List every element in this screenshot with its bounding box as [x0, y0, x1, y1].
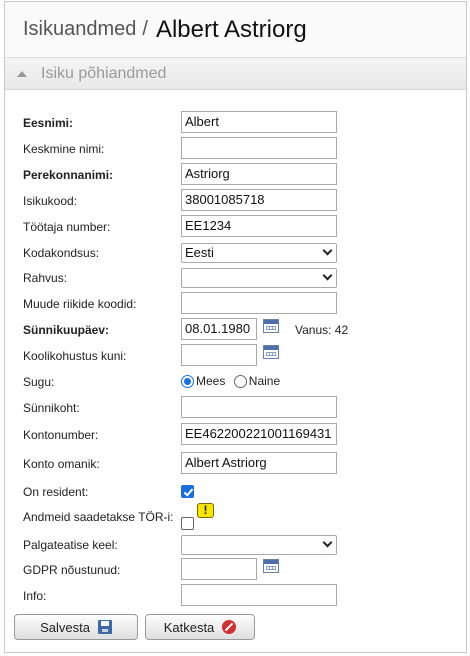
label-tootaja-number: Töötaja number: — [23, 220, 111, 234]
row-palgateatise-keel: Palgateatise keel: — [23, 533, 463, 557]
breadcrumb-separator: / — [142, 18, 148, 40]
label-koolikohustus: Koolikohustus kuni: — [23, 349, 127, 363]
save-button-label: Salvesta — [40, 619, 90, 635]
palgateatise-keel-select[interactable] — [181, 535, 337, 555]
row-info: Info: — [23, 584, 463, 608]
label-tor: Andmeid saadetakse TÖR-i: — [23, 510, 174, 524]
chevron-down-icon — [322, 245, 333, 256]
cancel-button[interactable]: Katkesta — [145, 614, 255, 640]
info-input[interactable] — [181, 584, 337, 606]
row-synnikoht: Sünnikoht: — [23, 396, 463, 420]
radio-naine[interactable]: Naine — [233, 374, 281, 388]
warning-icon[interactable]: ! — [197, 503, 214, 518]
radio-naine-dot[interactable] — [233, 374, 247, 388]
chevron-down-icon — [322, 537, 333, 548]
page-title: Isikuandmed / Albert Astriorg — [5, 2, 466, 58]
radio-mees-label: Mees — [196, 374, 226, 388]
label-on-resident: On resident: — [23, 485, 89, 499]
chevron-down-icon — [322, 270, 333, 281]
label-synnikuupaev: Sünnikuupäev: — [23, 323, 110, 337]
eesnimi-input[interactable]: Albert — [181, 111, 337, 133]
rahvus-select[interactable] — [181, 268, 337, 288]
label-keskmine-nimi: Keskmine nimi: — [23, 142, 105, 156]
floppy-disk-icon — [97, 620, 112, 634]
label-perekonnanimi: Perekonnanimi: — [23, 168, 114, 182]
kontonumber-input[interactable]: EE462200221001169431 — [181, 423, 337, 445]
save-button[interactable]: Salvesta — [14, 614, 138, 640]
calendar-icon[interactable] — [263, 319, 279, 333]
row-keskmine-nimi: Keskmine nimi: — [23, 137, 463, 161]
label-muude-riikide-koodid: Muude riikide koodid: — [23, 297, 137, 311]
radio-naine-label: Naine — [248, 374, 281, 388]
label-kodakondsus: Kodakondsus: — [23, 246, 100, 260]
tor-checkbox[interactable] — [181, 516, 194, 530]
row-gdpr: GDPR nõustunud: — [23, 558, 463, 582]
radio-mees-dot[interactable] — [181, 374, 194, 388]
age-text: Vanus: 42 — [295, 323, 349, 337]
label-synnikoht: Sünnikoht: — [23, 401, 80, 415]
row-kodakondsus: Kodakondsus: Eesti — [23, 241, 463, 265]
keskmine-nimi-input[interactable] — [181, 137, 337, 159]
person-form-panel: Isikuandmed / Albert Astriorg Isiku põhi… — [4, 1, 467, 653]
gdpr-input[interactable] — [181, 558, 257, 580]
section-title: Isiku põhiandmed — [41, 64, 167, 82]
muude-riikide-koodid-input[interactable] — [181, 292, 337, 314]
label-palgateatise-keel: Palgateatise keel: — [23, 538, 118, 552]
label-kontonumber: Kontonumber: — [23, 428, 99, 442]
row-rahvus: Rahvus: — [23, 266, 463, 290]
row-tootaja-number: Töötaja number: EE1234 — [23, 215, 463, 239]
label-sugu: Sugu: — [23, 375, 55, 389]
label-eesnimi: Eesnimi: — [23, 116, 74, 130]
person-name-title: Albert Astriorg — [155, 15, 307, 43]
cancel-button-label: Katkesta — [163, 619, 215, 635]
row-kontonumber: Kontonumber: EE462200221001169431 — [23, 423, 463, 447]
perekonnanimi-input[interactable]: Astriorg — [181, 163, 337, 185]
tootaja-number-input[interactable]: EE1234 — [181, 215, 337, 237]
label-isikukood: Isikukood: — [23, 194, 78, 208]
kodakondsus-select[interactable]: Eesti — [181, 243, 337, 263]
row-synnikuupaev: Sünnikuupäev: 08.01.1980 Vanus: 42 — [23, 318, 463, 342]
row-tor: Andmeid saadetakse TÖR-i: ! — [23, 503, 463, 530]
konto-omanik-input[interactable]: Albert Astriorg — [181, 452, 337, 474]
synnikuupaev-input[interactable]: 08.01.1980 — [181, 318, 257, 340]
cancel-icon — [222, 620, 237, 634]
sugu-radio-group: Mees Naine — [181, 374, 284, 393]
calendar-icon[interactable] — [263, 345, 279, 359]
row-on-resident: On resident: — [23, 480, 463, 504]
calendar-icon[interactable] — [263, 559, 279, 573]
label-konto-omanik: Konto omanik: — [23, 457, 100, 471]
collapse-triangle-icon — [17, 70, 27, 77]
label-info: Info: — [23, 589, 47, 603]
breadcrumb[interactable]: Isikuandmed — [23, 18, 136, 41]
isikukood-input[interactable]: 38001085718 — [181, 189, 337, 211]
row-muude-riikide-koodid: Muude riikide koodid: — [23, 292, 463, 316]
koolikohustus-input[interactable] — [181, 344, 257, 366]
label-rahvus: Rahvus: — [23, 271, 68, 285]
kodakondsus-selected-value: Eesti — [185, 245, 214, 260]
row-perekonnanimi: Perekonnanimi: Astriorg — [23, 163, 463, 187]
synnikoht-input[interactable] — [181, 396, 337, 418]
row-eesnimi: Eesnimi: Albert — [23, 111, 463, 135]
row-isikukood: Isikukood: 38001085718 — [23, 189, 463, 213]
label-gdpr: GDPR nõustunud: — [23, 563, 121, 577]
on-resident-checkbox[interactable] — [181, 484, 194, 498]
row-koolikohustus: Koolikohustus kuni: — [23, 344, 463, 368]
section-header-basic-data[interactable]: Isiku põhiandmed — [5, 58, 466, 90]
radio-mees[interactable]: Mees — [181, 374, 225, 388]
row-konto-omanik: Konto omanik: Albert Astriorg — [23, 452, 463, 476]
row-sugu: Sugu: Mees Naine — [23, 370, 463, 394]
